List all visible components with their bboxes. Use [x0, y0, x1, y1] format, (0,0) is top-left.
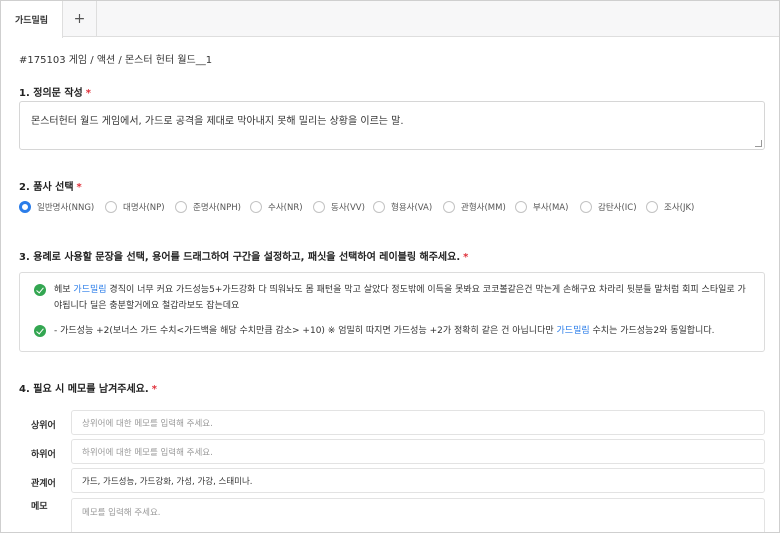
highlighted-term[interactable]: 가드밀림	[557, 326, 590, 336]
usage-sentence-box: 헤보 가드밀림 경직이 너무 커요 가드성능5+가드강화 다 띄워놔도 몸 패턴…	[19, 272, 765, 352]
sentence-post: 경직이 너무 커요 가드성능5+가드강화 다 띄워놔도 몸 패턴을 막고 살았다…	[54, 285, 746, 311]
radio-empty-icon	[580, 201, 592, 213]
radio-empty-icon	[646, 201, 658, 213]
pos-radio-ma[interactable]: 부사(MA)	[515, 201, 568, 213]
note-label: 메모	[31, 502, 48, 512]
required-mark: *	[463, 252, 469, 263]
section-title-text: 3. 용례로 사용할 문장을 선택, 용어를 드래그하여 구간을 설정하고, 패…	[19, 252, 461, 263]
usage-sentence-1[interactable]: 헤보 가드밀림 경직이 너무 커요 가드성능5+가드강화 다 띄워놔도 몸 패턴…	[34, 282, 749, 314]
pos-radio-group: 일반명사(NNG) 대명사(NP) 준명사(NPH) 수사(NR) 동사(VV)…	[19, 201, 767, 217]
pos-radio-mm[interactable]: 관형사(MM)	[443, 201, 506, 213]
pos-radio-vv[interactable]: 동사(VV)	[313, 201, 365, 213]
check-circle-icon	[34, 284, 46, 296]
tab-bar: 가드밀림 +	[1, 1, 779, 38]
breadcrumb: #175103 게임 / 액션 / 몬스터 헌터 월드__1	[19, 55, 213, 66]
sentence-pre: 헤보	[54, 285, 74, 295]
radio-label: 준명사(NPH)	[193, 203, 241, 213]
section-memo-title: 4. 필요 시 메모를 남겨주세요. *	[19, 380, 157, 395]
radio-empty-icon	[250, 201, 262, 213]
radio-label: 동사(VV)	[331, 203, 365, 213]
related-input[interactable]: 가드, 가드성능, 가드강화, 가성, 가강, 스태미나.	[71, 468, 765, 493]
radio-label: 수사(NR)	[268, 203, 303, 213]
usage-sentence-2[interactable]: - 가드성능 +2(보너스 가드 수치<가드백을 해당 수치만큼 감소> +10…	[34, 323, 749, 339]
pos-radio-nr[interactable]: 수사(NR)	[250, 201, 303, 213]
sentence-text[interactable]: 헤보 가드밀림 경직이 너무 커요 가드성능5+가드강화 다 띄워놔도 몸 패턴…	[34, 282, 749, 314]
pos-radio-nph[interactable]: 준명사(NPH)	[175, 201, 241, 213]
resize-handle-icon[interactable]	[755, 140, 762, 147]
radio-label: 대명사(NP)	[123, 203, 165, 213]
check-circle-icon	[34, 325, 46, 337]
pos-radio-va[interactable]: 형용사(VA)	[373, 201, 432, 213]
definition-text: 몬스터헌터 월드 게임에서, 가드로 공격을 제대로 막아내지 못해 밀리는 상…	[31, 116, 404, 127]
radio-label: 형용사(VA)	[391, 203, 433, 213]
radio-label: 일반명사(NNG)	[37, 203, 95, 213]
hypernym-label: 상위어	[31, 421, 56, 431]
hyponym-input[interactable]: 하위어에 대한 메모를 입력해 주세요.	[71, 439, 765, 464]
note-textarea[interactable]: 메모를 입력해 주세요.	[71, 498, 765, 532]
hypernym-placeholder: 상위어에 대한 메모를 입력해 주세요.	[82, 418, 213, 429]
hyponym-label: 하위어	[31, 450, 56, 460]
section-title-text: 2. 품사 선택	[19, 182, 74, 193]
required-mark: *	[85, 88, 91, 99]
required-mark: *	[151, 384, 157, 395]
pos-radio-jk[interactable]: 조사(JK)	[646, 201, 694, 213]
add-tab-button[interactable]: +	[63, 1, 97, 37]
radio-label: 관형사(MM)	[461, 203, 506, 213]
related-label: 관계어	[31, 479, 56, 489]
section-usage-title: 3. 용례로 사용할 문장을 선택, 용어를 드래그하여 구간을 설정하고, 패…	[19, 248, 468, 263]
radio-label: 부사(MA)	[533, 203, 569, 213]
radio-empty-icon	[443, 201, 455, 213]
hyponym-placeholder: 하위어에 대한 메모를 입력해 주세요.	[82, 447, 213, 458]
radio-label: 감탄사(IC)	[598, 203, 637, 213]
section-definition-title: 1. 정의문 작성 *	[19, 84, 91, 99]
section-title-text: 1. 정의문 작성	[19, 88, 83, 99]
radio-empty-icon	[515, 201, 527, 213]
pos-radio-np[interactable]: 대명사(NP)	[105, 201, 165, 213]
sentence-post: 수치는 가드성능2와 동일합니다.	[589, 326, 715, 336]
hypernym-input[interactable]: 상위어에 대한 메모를 입력해 주세요.	[71, 410, 765, 435]
radio-empty-icon	[313, 201, 325, 213]
highlighted-term[interactable]: 가드밀림	[73, 285, 106, 295]
related-value: 가드, 가드성능, 가드강화, 가성, 가강, 스태미나.	[82, 476, 253, 487]
radio-label: 조사(JK)	[664, 203, 695, 213]
tab-garde-millim[interactable]: 가드밀림	[1, 1, 63, 38]
section-title-text: 4. 필요 시 메모를 남겨주세요.	[19, 384, 149, 395]
radio-empty-icon	[373, 201, 385, 213]
note-placeholder: 메모를 입력해 주세요.	[82, 508, 161, 518]
pos-radio-ic[interactable]: 감탄사(IC)	[580, 201, 637, 213]
section-pos-title: 2. 품사 선택 *	[19, 178, 82, 193]
sentence-text[interactable]: - 가드성능 +2(보너스 가드 수치<가드백을 해당 수치만큼 감소> +10…	[34, 323, 749, 339]
radio-selected-icon	[19, 201, 31, 213]
required-mark: *	[76, 182, 82, 193]
radio-empty-icon	[175, 201, 187, 213]
sentence-pre: - 가드성능 +2(보너스 가드 수치<가드백을 해당 수치만큼 감소> +10…	[54, 326, 557, 336]
radio-empty-icon	[105, 201, 117, 213]
definition-textarea[interactable]: 몬스터헌터 월드 게임에서, 가드로 공격을 제대로 막아내지 못해 밀리는 상…	[19, 101, 765, 150]
app-window: 가드밀림 + #175103 게임 / 액션 / 몬스터 헌터 월드__1 1.…	[0, 0, 780, 533]
pos-radio-nng[interactable]: 일반명사(NNG)	[19, 201, 94, 213]
